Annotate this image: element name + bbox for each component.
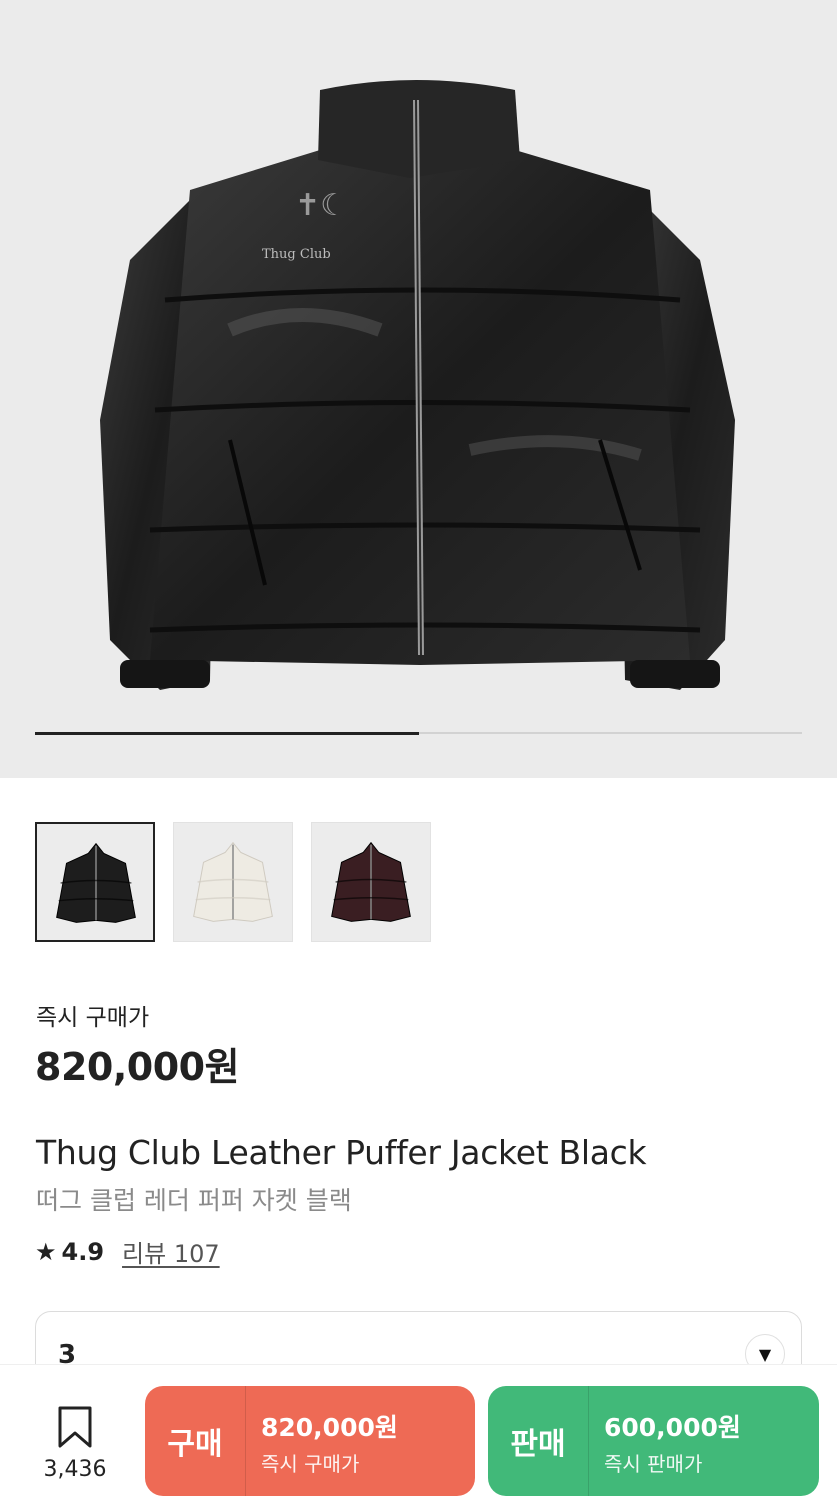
review-link[interactable]: 리뷰 107 (122, 1234, 220, 1269)
rating-row: ★ 4.9 리뷰 107 (35, 1234, 220, 1269)
thumbnail-1[interactable] (35, 822, 155, 942)
sell-button-sub: 즉시 판매가 (604, 1452, 703, 1476)
buy-button-sub: 즉시 구매가 (261, 1452, 360, 1476)
thumbnail-3[interactable] (311, 822, 431, 942)
buy-button-label: 구매 (167, 1427, 223, 1462)
thumbnail-list (35, 822, 431, 942)
price-value: 820,000원 (35, 1045, 240, 1089)
star-icon: ★ (35, 1237, 57, 1266)
product-image-carousel[interactable]: ✝☾ Thug Club (0, 0, 837, 778)
thumbnail-2[interactable] (173, 822, 293, 942)
rating-score: 4.9 (61, 1237, 105, 1266)
sell-button-label: 판매 (510, 1427, 566, 1462)
image-progress-track (35, 731, 802, 735)
product-image: ✝☾ Thug Club (100, 80, 735, 690)
bottom-action-bar: 3,436 구매 820,000원 즉시 구매가 판매 600,000원 즉시 … (0, 1364, 837, 1501)
buy-button-divider (245, 1386, 246, 1496)
thumbnail-jacket-image (56, 842, 136, 923)
thumbnail-jacket-image (331, 841, 411, 922)
product-title: Thug Club Leather Puffer Jacket Black (36, 1133, 647, 1172)
buy-button[interactable]: 구매 820,000원 즉시 구매가 (145, 1386, 475, 1496)
svg-text:✝☾: ✝☾ (295, 188, 347, 223)
product-title-ko: 떠그 클럽 레더 퍼퍼 자켓 블랙 (36, 1186, 352, 1215)
bookmark-icon (58, 1406, 92, 1448)
sell-button[interactable]: 판매 600,000원 즉시 판매가 (488, 1386, 819, 1496)
sell-button-price: 600,000원 (604, 1413, 741, 1442)
sell-button-divider (588, 1386, 589, 1496)
thumbnail-jacket-image (193, 841, 273, 922)
wishlist-button[interactable]: 3,436 (30, 1405, 120, 1482)
price-label: 즉시 구매가 (36, 1005, 150, 1031)
buy-button-price: 820,000원 (261, 1413, 398, 1442)
wishlist-count: 3,436 (43, 1457, 107, 1482)
image-progress-fill (35, 731, 419, 735)
svg-text:Thug Club: Thug Club (262, 247, 331, 262)
